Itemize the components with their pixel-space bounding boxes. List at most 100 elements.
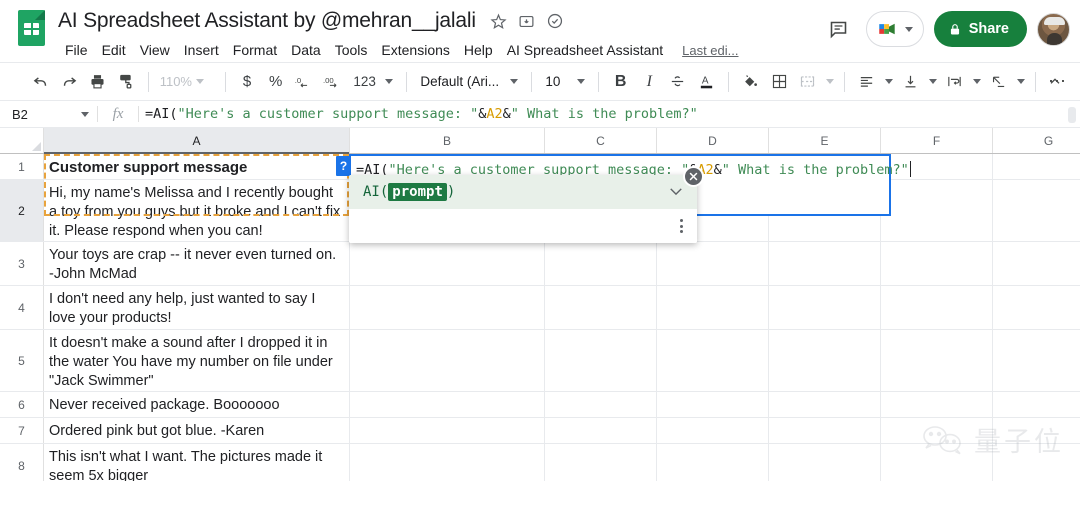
name-box[interactable]: B2 — [0, 101, 97, 127]
cell-e6[interactable] — [769, 392, 881, 417]
column-header-g[interactable]: G — [993, 128, 1080, 153]
menu-item-format[interactable]: Format — [226, 39, 284, 61]
row-header-4[interactable]: 4 — [0, 286, 44, 329]
number-format-select[interactable]: 123 — [347, 69, 399, 95]
cell-b6[interactable] — [350, 392, 545, 417]
cell-f3[interactable] — [881, 242, 993, 285]
formula-help-badge[interactable]: ? — [336, 156, 351, 176]
cell-a6[interactable]: Never received package. Booooooo — [44, 392, 350, 417]
cell-c6[interactable] — [545, 392, 657, 417]
menu-item-file[interactable]: File — [58, 39, 95, 61]
row-header-1[interactable]: 1 — [0, 154, 44, 179]
formula-input[interactable]: =AI("Here's a customer support message: … — [139, 106, 1080, 122]
formula-bar-resize-handle[interactable] — [1068, 107, 1076, 123]
menu-item-tools[interactable]: Tools — [328, 39, 375, 61]
row-header-3[interactable]: 3 — [0, 242, 44, 285]
cell-f8[interactable] — [881, 444, 993, 481]
vertical-align-button[interactable] — [896, 68, 925, 96]
undo-button[interactable] — [26, 68, 55, 96]
avatar[interactable] — [1037, 12, 1070, 46]
cell-f7[interactable] — [881, 418, 993, 443]
print-button[interactable] — [83, 68, 112, 96]
cell-g6[interactable] — [993, 392, 1080, 417]
document-title[interactable]: AI Spreadsheet Assistant by @mehran__jal… — [58, 9, 486, 33]
more-options-icon[interactable] — [680, 219, 683, 233]
last-edit-label[interactable]: Last edi... — [682, 43, 738, 58]
cell-c3[interactable] — [545, 242, 657, 285]
cell-g1[interactable] — [993, 154, 1080, 179]
cell-c4[interactable] — [545, 286, 657, 329]
halign-chevron-down-icon[interactable] — [881, 68, 896, 96]
meet-chevron-down-icon[interactable] — [904, 26, 913, 32]
row-header-2[interactable]: 2 — [0, 180, 44, 241]
decrease-decimal-button[interactable]: .0 — [290, 68, 319, 96]
cell-a2[interactable]: Hi, my name's Melissa and I recently bou… — [44, 180, 350, 241]
cell-g5[interactable] — [993, 330, 1080, 391]
cell-e7[interactable] — [769, 418, 881, 443]
horizontal-align-button[interactable] — [852, 68, 881, 96]
menu-item-data[interactable]: Data — [284, 39, 328, 61]
cell-b8[interactable] — [350, 444, 545, 481]
column-header-a[interactable]: A — [44, 128, 350, 154]
cell-b3[interactable] — [350, 242, 545, 285]
cell-b7[interactable] — [350, 418, 545, 443]
cell-g4[interactable] — [993, 286, 1080, 329]
cell-f5[interactable] — [881, 330, 993, 391]
cell-d4[interactable] — [657, 286, 769, 329]
cloud-saved-icon[interactable] — [542, 8, 568, 34]
menu-item-insert[interactable]: Insert — [177, 39, 226, 61]
cell-d8[interactable] — [657, 444, 769, 481]
cell-g8[interactable] — [993, 444, 1080, 481]
column-header-b[interactable]: B — [350, 128, 545, 153]
row-header-5[interactable]: 5 — [0, 330, 44, 391]
cell-b5[interactable] — [350, 330, 545, 391]
cell-b4[interactable] — [350, 286, 545, 329]
strikethrough-button[interactable] — [664, 68, 693, 96]
cell-e8[interactable] — [769, 444, 881, 481]
cell-e4[interactable] — [769, 286, 881, 329]
menu-item-help[interactable]: Help — [457, 39, 500, 61]
collapse-toolbar-button[interactable] — [1040, 68, 1070, 96]
cell-a7[interactable]: Ordered pink but got blue. -Karen — [44, 418, 350, 443]
redo-button[interactable] — [55, 68, 84, 96]
cell-a8[interactable]: This isn't what I want. The pictures mad… — [44, 444, 350, 481]
text-wrapping-button[interactable] — [940, 68, 969, 96]
cell-g7[interactable] — [993, 418, 1080, 443]
cell-c5[interactable] — [545, 330, 657, 391]
row-header-6[interactable]: 6 — [0, 392, 44, 417]
bold-button[interactable]: B — [606, 68, 635, 96]
cell-e5[interactable] — [769, 330, 881, 391]
cell-a3[interactable]: Your toys are crap -- it never even turn… — [44, 242, 350, 285]
cell-f6[interactable] — [881, 392, 993, 417]
cell-f2[interactable] — [881, 180, 993, 241]
text-rotation-button[interactable] — [984, 68, 1013, 96]
merge-cells-button[interactable] — [793, 68, 822, 96]
wrap-chevron-down-icon[interactable] — [969, 68, 984, 96]
row-header-8[interactable]: 8 — [0, 444, 44, 481]
cell-d3[interactable] — [657, 242, 769, 285]
cell-a5[interactable]: It doesn't make a sound after I dropped … — [44, 330, 350, 391]
valign-chevron-down-icon[interactable] — [925, 68, 940, 96]
font-family-select[interactable]: Default (Ari... — [414, 69, 524, 95]
cell-e3[interactable] — [769, 242, 881, 285]
merge-chevron-down-icon[interactable] — [822, 68, 837, 96]
menu-item-ai-spreadsheet-assistant[interactable]: AI Spreadsheet Assistant — [500, 39, 670, 61]
increase-decimal-button[interactable]: .00 — [319, 68, 348, 96]
currency-format-button[interactable]: $ — [233, 68, 262, 96]
row-header-7[interactable]: 7 — [0, 418, 44, 443]
column-header-d[interactable]: D — [657, 128, 769, 153]
borders-button[interactable] — [765, 68, 794, 96]
fill-color-button[interactable] — [736, 68, 765, 96]
cell-d5[interactable] — [657, 330, 769, 391]
menu-item-view[interactable]: View — [133, 39, 177, 61]
zoom-control[interactable]: 110% — [156, 69, 218, 95]
star-icon[interactable] — [486, 8, 512, 34]
cell-a1[interactable]: Customer support message — [44, 154, 350, 179]
move-to-folder-icon[interactable] — [514, 8, 540, 34]
paint-format-button[interactable] — [112, 68, 141, 96]
comment-icon[interactable] — [822, 12, 856, 46]
close-icon[interactable] — [683, 166, 704, 187]
cell-c7[interactable] — [545, 418, 657, 443]
column-header-e[interactable]: E — [769, 128, 881, 153]
column-header-f[interactable]: F — [881, 128, 993, 153]
